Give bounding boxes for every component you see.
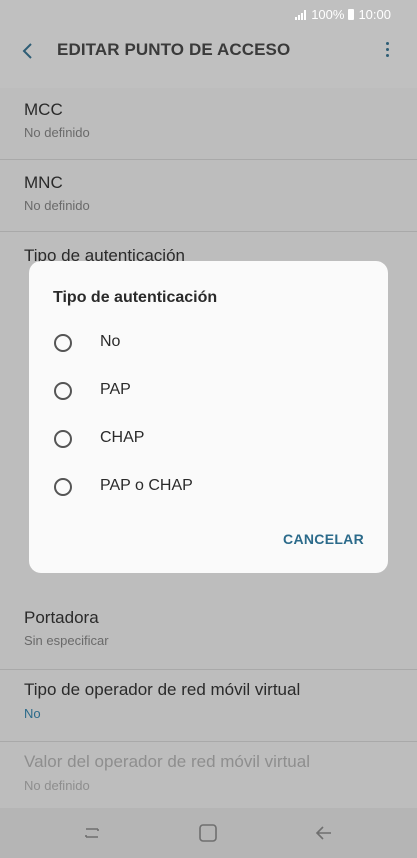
cancel-button[interactable]: CANCELAR [283,531,364,547]
setting-mvno-value: Valor del operador de red móvil virtual … [0,742,417,814]
setting-label: Valor del operador de red móvil virtual [24,752,310,771]
option-pap-or-chap[interactable]: PAP o CHAP [29,465,388,513]
option-label: PAP o CHAP [100,477,193,494]
setting-bearer[interactable]: Portadora Sin especificar [0,598,417,670]
setting-value: No definido [24,778,90,793]
option-no[interactable]: No [29,321,388,369]
setting-label: Portadora [24,608,99,627]
setting-value: Sin especificar [24,633,109,648]
signal-icon [295,9,307,20]
status-bar: 100% 10:00 [0,0,417,28]
option-pap[interactable]: PAP [29,369,388,417]
radio-button[interactable] [54,334,72,352]
option-chap[interactable]: CHAP [29,417,388,465]
clock: 10:00 [358,7,391,22]
setting-label: MNC [24,173,63,192]
page-title: EDITAR PUNTO DE ACCESO [57,40,291,59]
radio-button[interactable] [54,478,72,496]
option-label: No [100,333,121,350]
setting-label: MCC [24,100,63,119]
battery-icon [348,9,355,20]
radio-button[interactable] [54,382,72,400]
setting-mvno-type[interactable]: Tipo de operador de red móvil virtual No [0,670,417,742]
setting-mcc[interactable]: MCC No definido [0,88,417,160]
back-nav-icon[interactable] [313,823,335,843]
setting-value: No definido [24,125,90,140]
auth-type-dialog: Tipo de autenticación No PAP CHAP PAP o … [29,261,388,573]
navigation-bar [0,808,417,858]
setting-value: No definido [24,198,90,213]
battery-percent: 100% [311,7,345,22]
home-icon[interactable] [197,823,219,843]
more-vert-icon[interactable] [383,40,391,62]
recents-icon[interactable] [81,823,103,843]
setting-value: No [24,706,41,721]
radio-button[interactable] [54,430,72,448]
option-label: CHAP [100,429,145,446]
setting-label: Tipo de operador de red móvil virtual [24,680,301,699]
back-arrow-icon[interactable] [18,41,38,61]
option-label: PAP [100,381,131,398]
dialog-title: Tipo de autenticación [53,289,218,306]
setting-mnc[interactable]: MNC No definido [0,160,417,232]
app-bar: EDITAR PUNTO DE ACCESO [0,28,417,88]
